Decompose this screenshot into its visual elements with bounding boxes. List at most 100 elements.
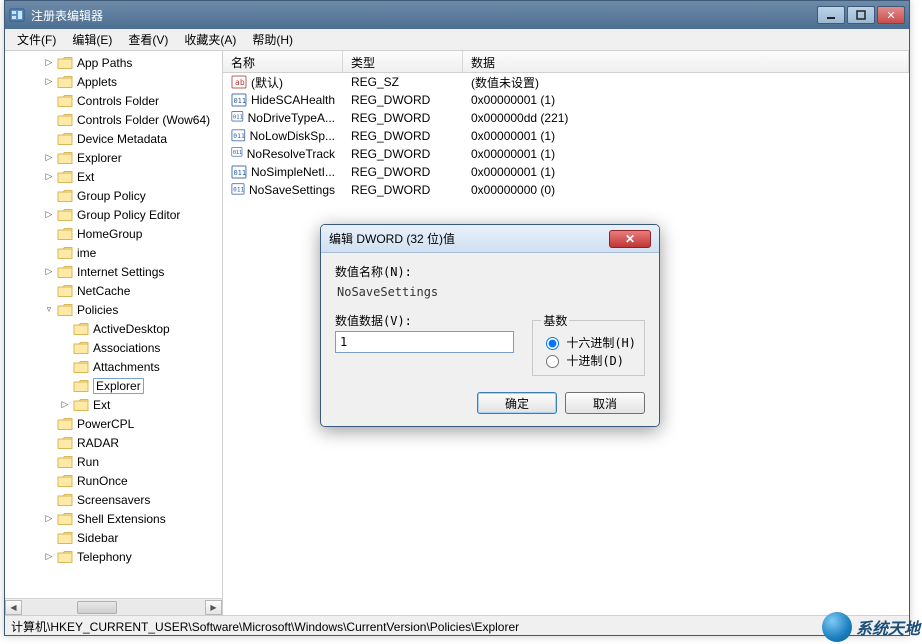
minimize-button[interactable] — [817, 6, 845, 24]
tree-item[interactable]: PowerCPL — [5, 414, 222, 433]
menu-edit[interactable]: 编辑(E) — [64, 29, 120, 50]
tree-item[interactable]: HomeGroup — [5, 224, 222, 243]
folder-icon — [57, 417, 73, 431]
expander-closed-icon[interactable]: ▷ — [43, 551, 55, 562]
expander-closed-icon[interactable]: ▷ — [43, 76, 55, 87]
tree-item-label: Device Metadata — [77, 132, 167, 146]
list-row[interactable]: 011NoResolveTrackREG_DWORD0x00000001 (1) — [223, 145, 909, 163]
expander-closed-icon[interactable]: ▷ — [59, 399, 71, 410]
tree-view[interactable]: ▷App Paths▷AppletsControls FolderControl… — [5, 51, 222, 597]
radio-hex-row[interactable]: 十六进制(H) — [541, 333, 636, 351]
tree-item[interactable]: ▷Telephony — [5, 547, 222, 566]
folder-icon — [73, 322, 89, 336]
tree-item[interactable]: Run — [5, 452, 222, 471]
folder-icon — [57, 284, 73, 298]
tree-item[interactable]: RunOnce — [5, 471, 222, 490]
horizontal-scrollbar[interactable]: ◀ ▶ — [5, 598, 222, 615]
expander-closed-icon[interactable]: ▷ — [43, 209, 55, 220]
column-header-data[interactable]: 数据 — [463, 51, 909, 72]
radio-dec-row[interactable]: 十进制(D) — [541, 351, 636, 369]
column-header-name[interactable]: 名称 — [223, 51, 343, 72]
tree-item[interactable]: ▷App Paths — [5, 53, 222, 72]
close-button[interactable]: ✕ — [877, 6, 905, 24]
list-body[interactable]: ab(默认)REG_SZ(数值未设置)011HideSCAHealthREG_D… — [223, 73, 909, 199]
list-row[interactable]: 011NoSaveSettingsREG_DWORD0x00000000 (0) — [223, 181, 909, 199]
value-name: NoLowDiskSp... — [250, 129, 335, 143]
folder-icon — [57, 75, 73, 89]
tree-item[interactable]: Associations — [5, 338, 222, 357]
dialog-close-button[interactable]: ✕ — [609, 230, 651, 248]
menu-help[interactable]: 帮助(H) — [244, 29, 301, 50]
expander-closed-icon[interactable]: ▷ — [43, 152, 55, 163]
ok-button[interactable]: 确定 — [477, 392, 557, 414]
reg-dword-icon: 011 — [231, 128, 246, 144]
tree-item[interactable]: ActiveDesktop — [5, 319, 222, 338]
tree-item[interactable]: Explorer — [5, 376, 222, 395]
tree-item[interactable]: ▿Policies — [5, 300, 222, 319]
radio-dec[interactable] — [546, 355, 559, 368]
list-row[interactable]: 011NoLowDiskSp...REG_DWORD0x00000001 (1) — [223, 127, 909, 145]
tree-item[interactable]: ▷Internet Settings — [5, 262, 222, 281]
menu-file[interactable]: 文件(F) — [9, 29, 64, 50]
tree-item[interactable]: ▷Ext — [5, 167, 222, 186]
column-header-type[interactable]: 类型 — [343, 51, 463, 72]
scroll-thumb[interactable] — [77, 601, 117, 614]
cell-type: REG_DWORD — [343, 93, 463, 107]
tree-item[interactable]: Attachments — [5, 357, 222, 376]
tree-item[interactable]: ▷Group Policy Editor — [5, 205, 222, 224]
folder-icon — [57, 474, 73, 488]
tree-item[interactable]: Screensavers — [5, 490, 222, 509]
tree-item[interactable]: ime — [5, 243, 222, 262]
list-row[interactable]: 011NoDriveTypeA...REG_DWORD0x000000dd (2… — [223, 109, 909, 127]
cell-type: REG_SZ — [343, 75, 463, 89]
folder-icon — [57, 512, 73, 526]
edit-dword-dialog: 编辑 DWORD (32 位)值 ✕ 数值名称(N): NoSaveSettin… — [320, 224, 660, 427]
tree-item[interactable]: Device Metadata — [5, 129, 222, 148]
tree-item-label: Shell Extensions — [77, 512, 166, 526]
menu-favorites[interactable]: 收藏夹(A) — [176, 29, 244, 50]
cell-name: 011 NoLowDiskSp... — [223, 128, 343, 144]
reg-dword-icon: 011 — [231, 146, 243, 162]
scroll-left-button[interactable]: ◀ — [5, 600, 22, 615]
tree-item[interactable]: ▷Explorer — [5, 148, 222, 167]
cell-data: 0x00000001 (1) — [463, 165, 909, 179]
expander-open-icon[interactable]: ▿ — [43, 304, 55, 315]
expander-closed-icon[interactable]: ▷ — [43, 513, 55, 524]
tree-item[interactable]: Group Policy — [5, 186, 222, 205]
titlebar[interactable]: 注册表编辑器 ✕ — [5, 1, 909, 29]
expander-closed-icon[interactable]: ▷ — [43, 266, 55, 277]
cell-name: 011NoSimpleNetI... — [223, 164, 343, 180]
tree-item[interactable]: Sidebar — [5, 528, 222, 547]
tree-item[interactable]: ▷Applets — [5, 72, 222, 91]
list-row[interactable]: 011HideSCAHealthREG_DWORD0x00000001 (1) — [223, 91, 909, 109]
tree-item[interactable]: Controls Folder (Wow64) — [5, 110, 222, 129]
list-row[interactable]: 011NoSimpleNetI...REG_DWORD0x00000001 (1… — [223, 163, 909, 181]
value-data-input[interactable] — [335, 331, 514, 353]
cell-name: 011HideSCAHealth — [223, 92, 343, 108]
dialog-titlebar[interactable]: 编辑 DWORD (32 位)值 ✕ — [321, 225, 659, 253]
folder-icon — [73, 379, 89, 393]
cell-name: 011 NoResolveTrack — [223, 146, 343, 162]
tree-item[interactable]: ▷Ext — [5, 395, 222, 414]
value-name: NoDriveTypeA... — [248, 111, 335, 125]
list-row[interactable]: ab(默认)REG_SZ(数值未设置) — [223, 73, 909, 91]
folder-icon — [57, 455, 73, 469]
tree-item[interactable]: NetCache — [5, 281, 222, 300]
expander-closed-icon[interactable]: ▷ — [43, 57, 55, 68]
scroll-track[interactable] — [22, 600, 205, 615]
maximize-button[interactable] — [847, 6, 875, 24]
cancel-button[interactable]: 取消 — [565, 392, 645, 414]
tree-item[interactable]: ▷ Shell Extensions — [5, 509, 222, 528]
value-name: NoResolveTrack — [247, 147, 335, 161]
menu-view[interactable]: 查看(V) — [120, 29, 176, 50]
tree-item-label: Associations — [93, 341, 160, 355]
list-header[interactable]: 名称 类型 数据 — [223, 51, 909, 73]
scroll-right-button[interactable]: ▶ — [205, 600, 222, 615]
tree-item[interactable]: Controls Folder — [5, 91, 222, 110]
folder-icon — [57, 208, 73, 222]
tree-item-label: Screensavers — [77, 493, 150, 507]
expander-closed-icon[interactable]: ▷ — [43, 171, 55, 182]
tree-item[interactable]: RADAR — [5, 433, 222, 452]
radio-hex[interactable] — [546, 337, 559, 350]
tree-pane: ▷App Paths▷AppletsControls FolderControl… — [5, 51, 223, 615]
